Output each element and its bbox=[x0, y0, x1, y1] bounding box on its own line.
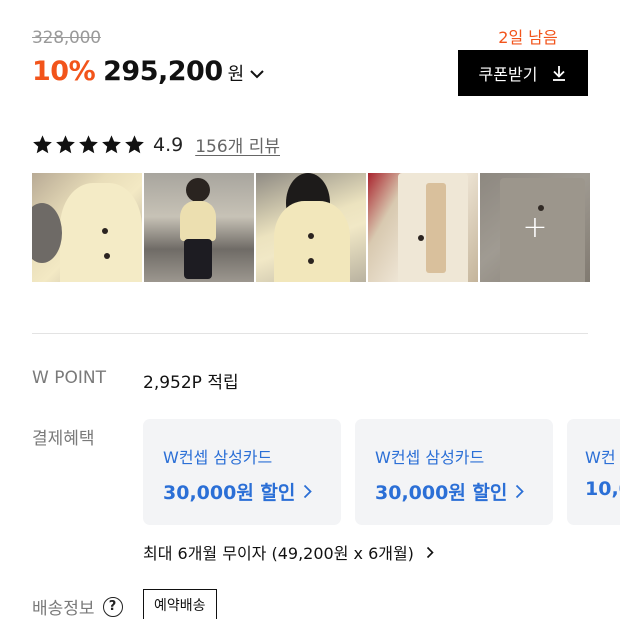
help-icon[interactable]: ? bbox=[102, 596, 123, 617]
installment-text: 최대 6개월 무이자 (49,200원 x 6개월) bbox=[143, 544, 414, 563]
download-icon bbox=[553, 66, 566, 81]
discount-rate: 10% bbox=[32, 56, 96, 87]
wpoint-label: W POINT bbox=[32, 368, 106, 388]
card-benefit[interactable]: W컨셉 삼성카드 30,000원 할인 bbox=[143, 419, 341, 525]
shipping-label: 배송정보 bbox=[32, 599, 95, 619]
star-icon bbox=[33, 135, 52, 154]
card-benefit-amount-text: 30,000원 할인 bbox=[163, 482, 296, 504]
rating-row: 4.9 156개 리뷰 bbox=[32, 132, 280, 157]
review-photo[interactable] bbox=[144, 173, 254, 282]
card-benefit-amount: 10,0 bbox=[585, 478, 620, 500]
section-divider bbox=[32, 333, 588, 334]
chevron-right-icon bbox=[516, 484, 525, 499]
coupon-button-label: 쿠폰받기 bbox=[478, 65, 538, 84]
review-photo-strip: + bbox=[32, 173, 590, 282]
review-photo[interactable] bbox=[32, 173, 142, 282]
review-photo[interactable] bbox=[256, 173, 366, 282]
sale-price: 295,200 bbox=[103, 56, 223, 87]
card-benefit-amount: 30,000원 할인 bbox=[163, 478, 341, 505]
star-icon bbox=[125, 135, 144, 154]
review-photo-more[interactable]: + bbox=[480, 173, 590, 282]
card-benefit-title: W컨 bbox=[585, 448, 616, 467]
price-row[interactable]: 10% 295,200 원 bbox=[32, 56, 265, 87]
review-photo[interactable] bbox=[368, 173, 478, 282]
chevron-right-icon bbox=[426, 546, 434, 558]
wpoint-value: 2,952P 적립 bbox=[143, 373, 239, 393]
currency-label: 원 bbox=[227, 64, 245, 85]
card-benefit[interactable]: W컨셉 삼성카드 30,000원 할인 bbox=[355, 419, 553, 525]
shipping-type-badge: 예약배송 bbox=[143, 589, 217, 619]
shipping-info-row: 배송정보 ? bbox=[32, 594, 123, 619]
card-benefit-partial[interactable]: W컨 10,0 bbox=[567, 419, 620, 525]
payment-benefits-label: 결제혜택 bbox=[32, 429, 95, 449]
rating-value: 4.9 bbox=[153, 133, 184, 156]
chevron-right-icon bbox=[304, 484, 313, 499]
plus-icon: + bbox=[522, 209, 548, 245]
card-benefit-title: W컨셉 삼성카드 bbox=[163, 448, 273, 467]
card-benefit-title: W컨셉 삼성카드 bbox=[375, 448, 485, 467]
more-photos-overlay[interactable]: + bbox=[480, 173, 590, 282]
card-benefit-amount-text: 10,0 bbox=[585, 478, 620, 500]
star-icon bbox=[102, 135, 121, 154]
coupon-download-button[interactable]: 쿠폰받기 bbox=[458, 50, 588, 96]
chevron-down-icon[interactable] bbox=[249, 68, 265, 80]
card-benefit-amount-text: 30,000원 할인 bbox=[375, 482, 508, 504]
coupon-remaining: 2일 남음 bbox=[498, 28, 558, 47]
installment-info[interactable]: 최대 6개월 무이자 (49,200원 x 6개월) bbox=[143, 540, 434, 564]
star-icon bbox=[56, 135, 75, 154]
original-price: 328,000 bbox=[32, 28, 101, 48]
card-benefit-amount: 30,000원 할인 bbox=[375, 478, 553, 505]
review-count-link[interactable]: 156개 리뷰 bbox=[195, 132, 280, 157]
star-icon bbox=[79, 135, 98, 154]
